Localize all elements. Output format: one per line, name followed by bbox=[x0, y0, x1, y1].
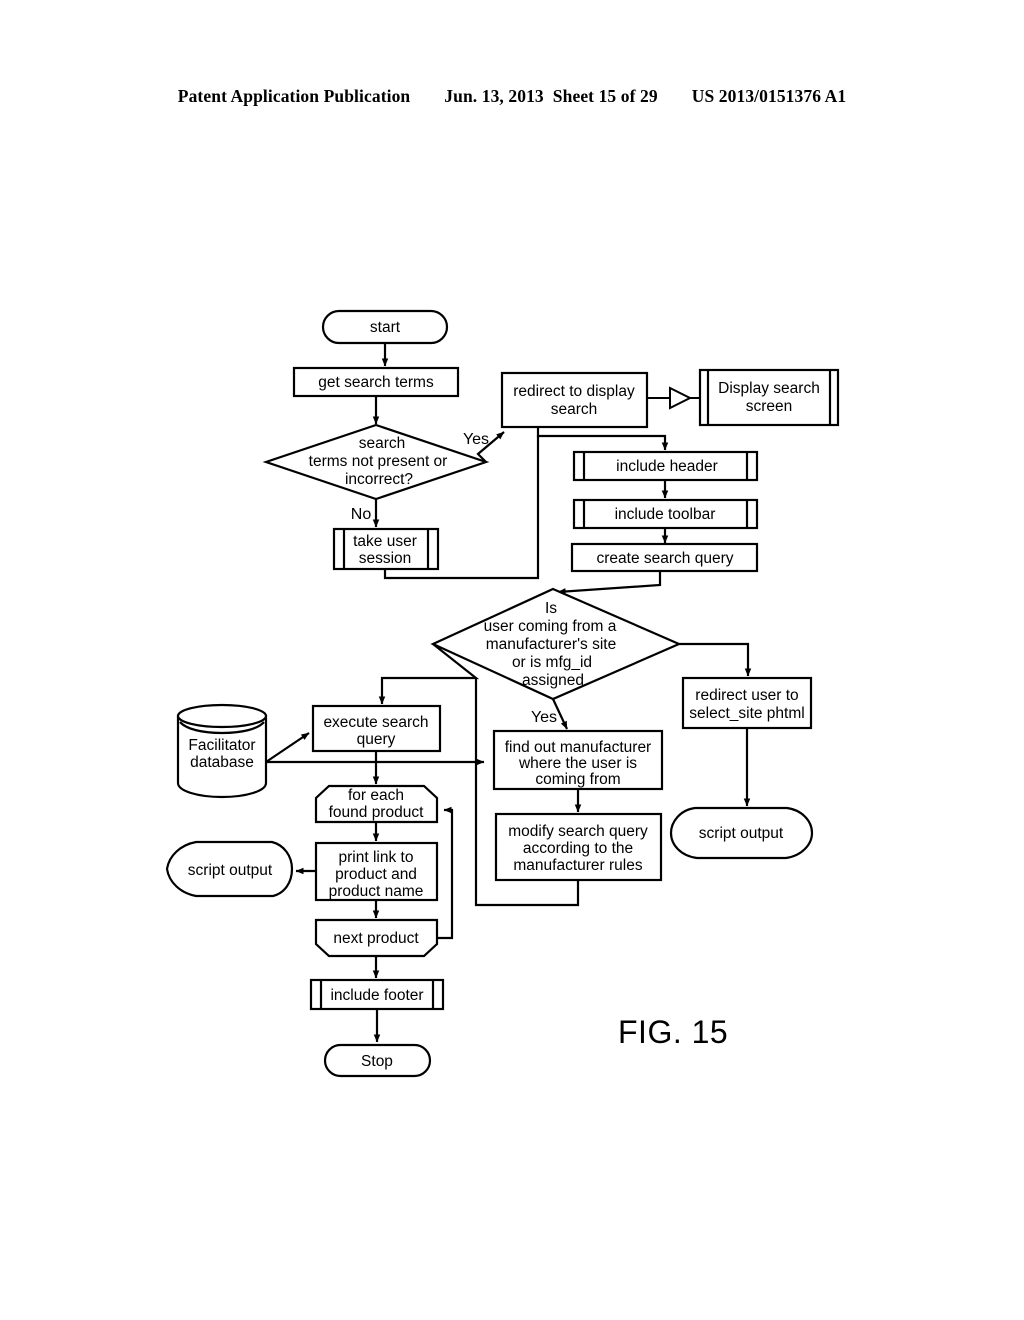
node-take-user-session-line1: take user bbox=[353, 533, 417, 550]
node-find-manufacturer-line1: find out manufacturer bbox=[505, 739, 651, 756]
edge-db-to-execute-query bbox=[265, 732, 310, 763]
flowchart-figure: start get search terms search terms not … bbox=[0, 0, 1024, 1320]
edge-next-product-loop-back bbox=[437, 806, 454, 940]
node-next-product-label: next product bbox=[333, 930, 419, 947]
edge-redirect-to-include-header bbox=[536, 427, 669, 451]
node-execute-query-line2: query bbox=[357, 731, 396, 748]
node-include-toolbar-label: include toolbar bbox=[615, 506, 716, 523]
node-redirect-display-line2: search bbox=[551, 401, 598, 418]
node-mfg-decision-line3: manufacturer's site bbox=[486, 636, 616, 653]
node-mfg-decision-line4: or is mfg_id bbox=[512, 654, 592, 671]
node-mfg-decision-line2: user coming from a bbox=[484, 618, 617, 635]
node-facilitator-db-line2: database bbox=[190, 754, 254, 771]
node-mfg-decision-line1: Is bbox=[545, 600, 557, 617]
node-find-manufacturer-line3: coming from bbox=[535, 771, 620, 788]
edge-label-no-terms: No bbox=[351, 506, 372, 523]
node-for-each-line1: for each bbox=[348, 787, 404, 804]
node-take-user-session-line2: session bbox=[359, 550, 412, 567]
node-facilitator-db-line1: Facilitator bbox=[188, 737, 255, 754]
node-for-each-line2: found product bbox=[329, 804, 424, 821]
hollow-arrow-icon bbox=[669, 386, 693, 410]
node-create-search-query-label: create search query bbox=[597, 550, 734, 567]
node-start-label: start bbox=[370, 319, 401, 336]
node-redirect-select-line1: redirect user to bbox=[695, 687, 798, 704]
node-terms-decision-line2: terms not present or bbox=[309, 453, 448, 470]
node-get-search-terms-label: get search terms bbox=[318, 374, 434, 391]
edge-label-yes-terms: Yes bbox=[463, 431, 489, 448]
node-modify-query-line3: manufacturer rules bbox=[513, 857, 642, 874]
node-print-link-line3: product name bbox=[329, 883, 424, 900]
node-print-link-line1: print link to bbox=[339, 849, 414, 866]
node-redirect-display-search bbox=[500, 371, 649, 429]
node-include-footer-label: include footer bbox=[330, 987, 423, 1004]
edge-mfg-decision-to-redirect-select bbox=[679, 642, 752, 677]
node-modify-query-line2: according to the bbox=[523, 840, 633, 857]
node-find-manufacturer-line2: where the user is bbox=[518, 755, 637, 772]
node-execute-query-line1: execute search bbox=[323, 714, 428, 731]
node-stop-label: Stop bbox=[361, 1053, 393, 1070]
node-include-header-label: include header bbox=[616, 458, 718, 475]
figure-caption: FIG. 15 bbox=[618, 1014, 729, 1050]
edge-label-yes-mfg: Yes bbox=[531, 709, 557, 726]
node-mfg-decision-line5: assigned bbox=[522, 672, 584, 689]
node-redirect-display-line1: redirect to display bbox=[513, 383, 635, 400]
node-modify-query-line1: modify search query bbox=[508, 823, 648, 840]
node-display-screen-line2: screen bbox=[746, 398, 793, 415]
node-terms-decision-line1: search bbox=[359, 435, 406, 452]
node-terms-decision-line3: incorrect? bbox=[345, 471, 413, 488]
node-redirect-select-line2: select_site phtml bbox=[689, 705, 804, 722]
edge-create-query-to-mfg-decision bbox=[557, 571, 662, 595]
node-script-output-left-label: script output bbox=[188, 862, 273, 879]
node-print-link-line2: product and bbox=[335, 866, 417, 883]
node-display-screen-line1: Display search bbox=[718, 380, 820, 397]
node-script-output-right-label: script output bbox=[699, 825, 784, 842]
